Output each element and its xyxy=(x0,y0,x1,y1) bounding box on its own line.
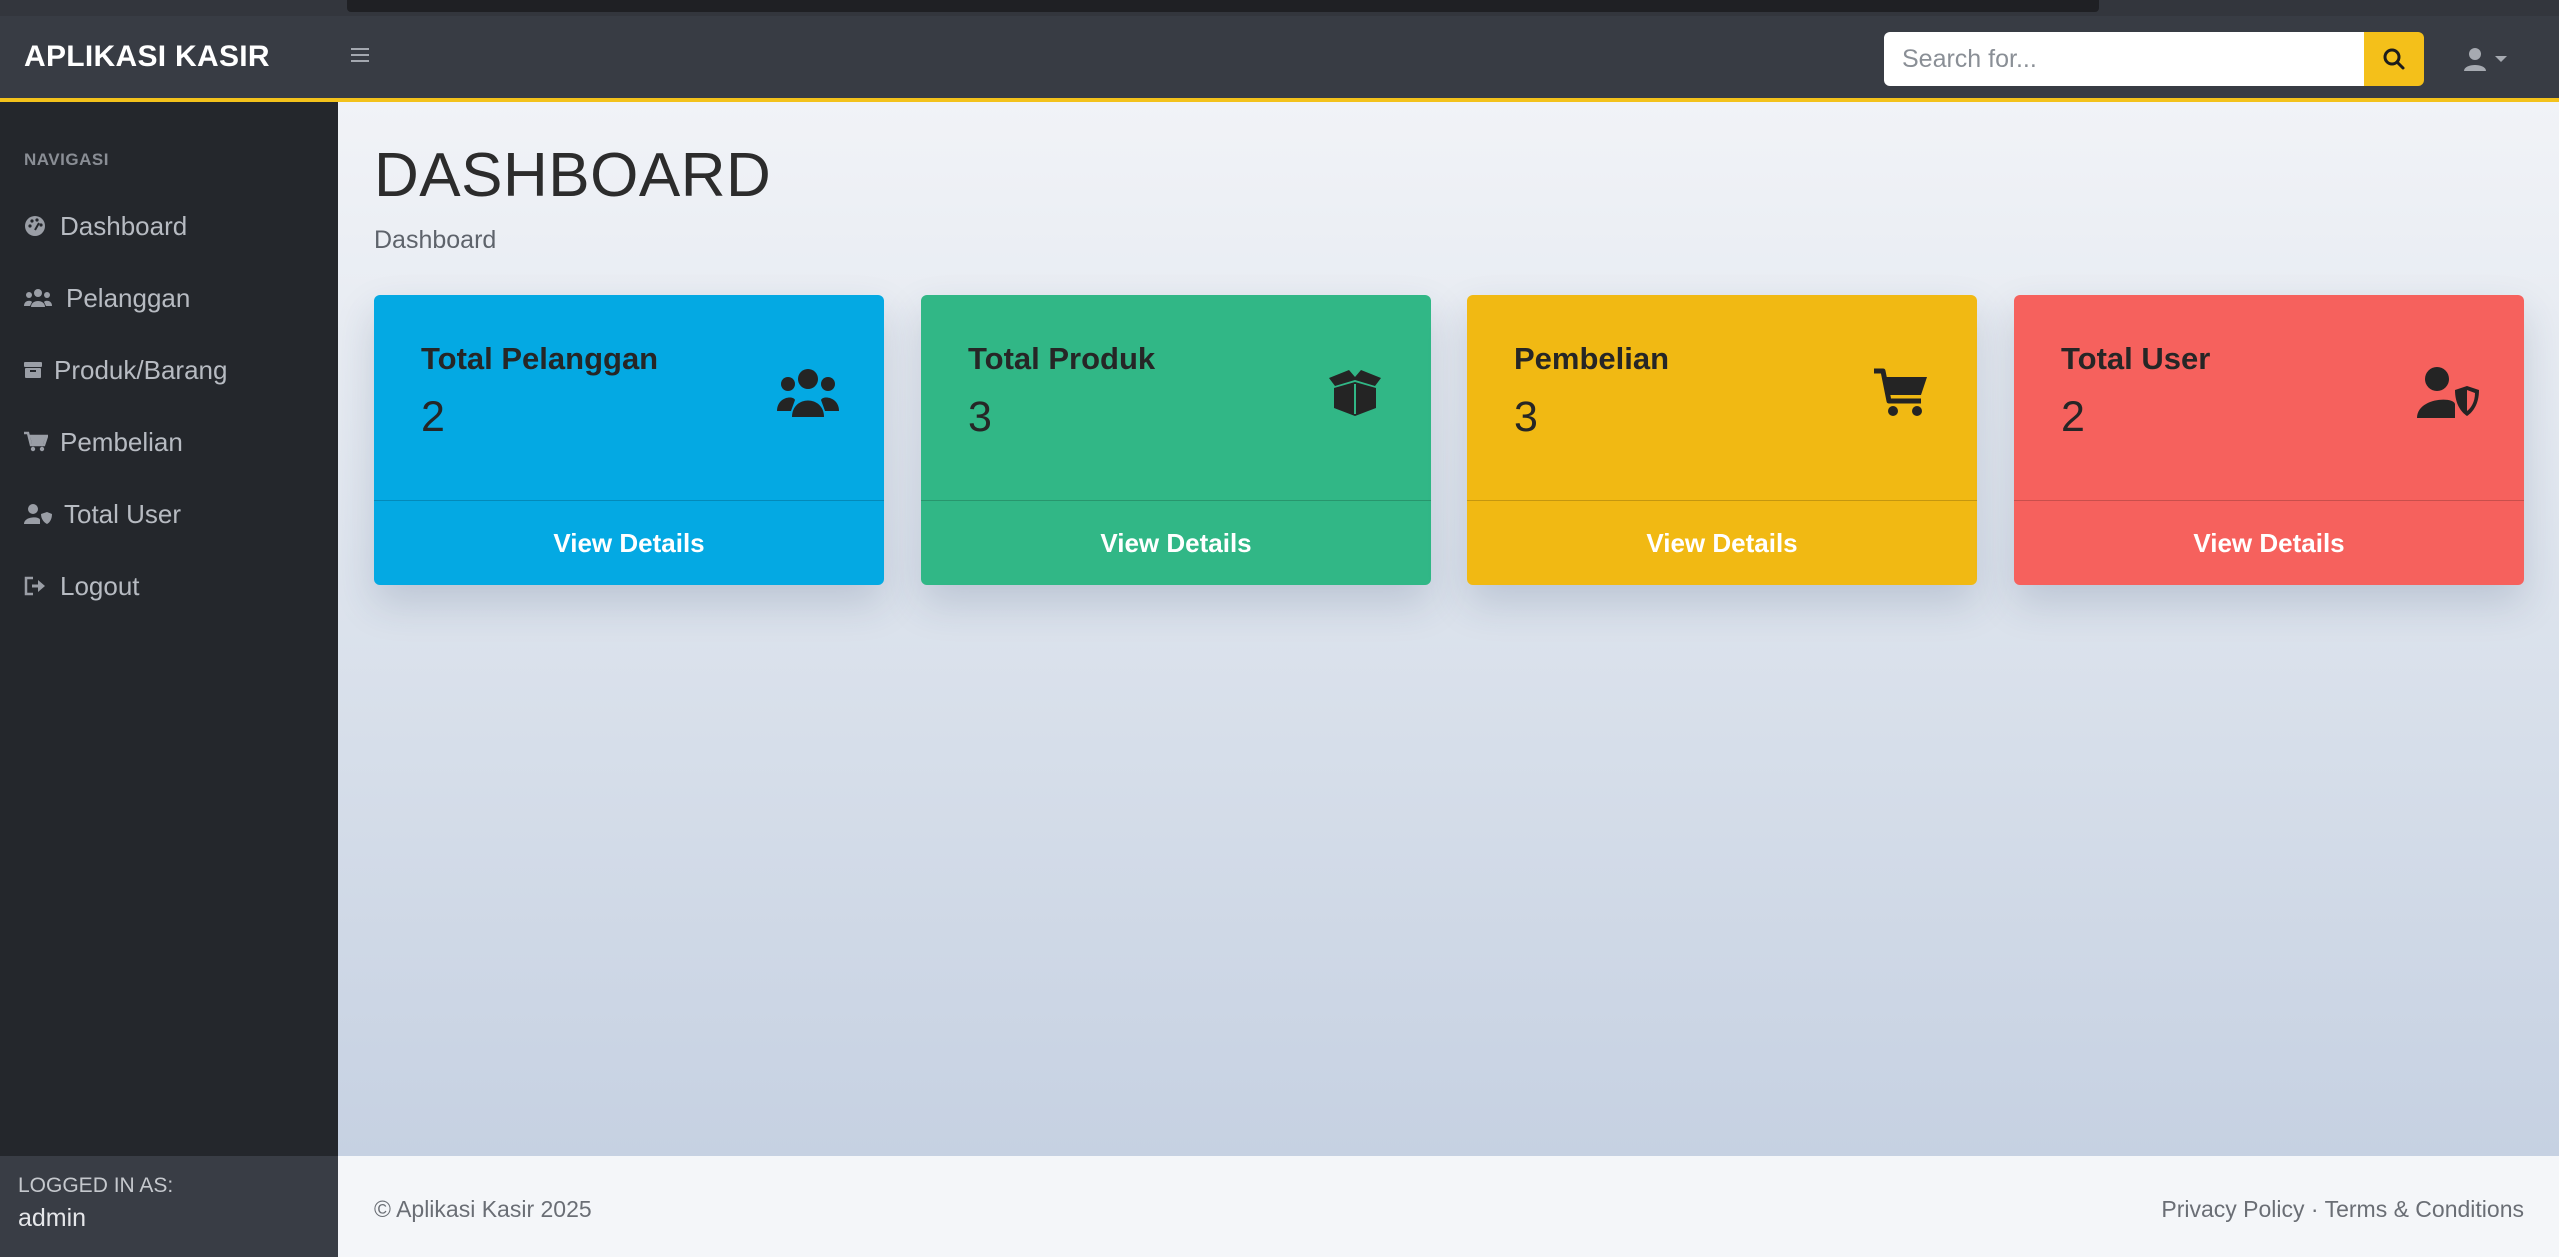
search-form xyxy=(1884,32,2424,86)
sidebar-item-label: Total User xyxy=(64,498,182,529)
cart-icon xyxy=(1869,365,1933,421)
view-details-link[interactable]: View Details xyxy=(2014,500,2524,585)
box-open-icon xyxy=(1323,365,1387,421)
footer-separator: · xyxy=(2310,1196,2319,1222)
user-icon xyxy=(2464,48,2486,71)
top-navbar: APLIKASI KASIR xyxy=(0,16,2559,102)
footer-links: Privacy Policy · Terms & Conditions xyxy=(2161,1196,2524,1223)
terms-link[interactable]: Terms & Conditions xyxy=(2325,1196,2524,1222)
hamburger-icon xyxy=(351,48,369,50)
caret-down-icon xyxy=(2495,56,2507,62)
sidebar-item-produk[interactable]: Produk/Barang xyxy=(24,350,227,390)
search-icon xyxy=(2383,48,2405,70)
view-details-link[interactable]: View Details xyxy=(374,500,884,585)
user-shield-icon xyxy=(2416,365,2480,421)
sidebar-toggle-button[interactable] xyxy=(348,44,372,66)
sidebar: NAVIGASI Dashboard Pelanggan Produk/Bara… xyxy=(0,102,338,1257)
users-icon xyxy=(776,365,840,421)
privacy-policy-link[interactable]: Privacy Policy xyxy=(2161,1196,2304,1222)
card-body: Total User 2 xyxy=(2014,295,2524,500)
sidebar-item-label: Logout xyxy=(60,570,140,601)
sidebar-item-label: Pembelian xyxy=(60,426,183,457)
sidebar-item-label: Pelanggan xyxy=(66,282,191,313)
card-value: 2 xyxy=(421,393,445,441)
card-body: Pembelian 3 xyxy=(1467,295,1977,500)
breadcrumb: Dashboard xyxy=(374,226,497,254)
card-value: 3 xyxy=(1514,393,1538,441)
user-menu-dropdown[interactable] xyxy=(2462,46,2508,72)
card-total-user: Total User 2 View Details xyxy=(2014,295,2524,585)
card-value: 3 xyxy=(968,393,992,441)
card-title: Total Produk xyxy=(968,341,1156,376)
hamburger-icon-line xyxy=(351,54,369,56)
browser-top-strip xyxy=(0,0,2559,16)
page-title: DASHBOARD xyxy=(374,141,772,210)
sidebar-footer: LOGGED IN AS: admin xyxy=(0,1156,338,1257)
sidebar-item-pelanggan[interactable]: Pelanggan xyxy=(24,278,190,318)
sidebar-item-pembelian[interactable]: Pembelian xyxy=(24,422,183,462)
copyright-text: © Aplikasi Kasir 2025 xyxy=(374,1196,592,1222)
view-details-link[interactable]: View Details xyxy=(921,500,1431,585)
top-strip-bar xyxy=(347,0,2099,12)
card-title: Total User xyxy=(2061,341,2211,376)
logged-in-label: LOGGED IN AS: xyxy=(18,1174,174,1197)
page-footer: © Aplikasi Kasir 2025 Privacy Policy · T… xyxy=(338,1156,2559,1257)
hamburger-icon-line xyxy=(351,60,369,62)
sidebar-item-total-user[interactable]: Total User xyxy=(24,494,181,534)
card-body: Total Produk 3 xyxy=(921,295,1431,500)
sidebar-heading: NAVIGASI xyxy=(24,150,109,169)
search-input[interactable] xyxy=(1884,32,2364,86)
card-body: Total Pelanggan 2 xyxy=(374,295,884,500)
card-total-pelanggan: Total Pelanggan 2 View Details xyxy=(374,295,884,585)
sidebar-item-label: Dashboard xyxy=(60,210,188,241)
card-pembelian: Pembelian 3 View Details xyxy=(1467,295,1977,585)
sidebar-item-dashboard[interactable]: Dashboard xyxy=(24,206,187,246)
view-details-link[interactable]: View Details xyxy=(1467,500,1977,585)
search-button[interactable] xyxy=(2364,32,2424,86)
card-total-produk: Total Produk 3 View Details xyxy=(921,295,1431,585)
brand-title[interactable]: APLIKASI KASIR xyxy=(24,40,270,74)
card-title: Total Pelanggan xyxy=(421,341,659,376)
cart-icon xyxy=(24,430,48,454)
sidebar-item-label: Produk/Barang xyxy=(54,354,228,385)
logged-in-username: admin xyxy=(18,1204,87,1232)
card-title: Pembelian xyxy=(1514,341,1670,376)
card-value: 2 xyxy=(2061,393,2085,441)
box-icon xyxy=(24,358,42,382)
logout-icon xyxy=(24,574,48,598)
user-shield-icon xyxy=(24,502,52,526)
sidebar-item-logout[interactable]: Logout xyxy=(24,566,140,606)
users-icon xyxy=(24,286,54,310)
main-content: DASHBOARD Dashboard Total Pelanggan 2 Vi… xyxy=(338,102,2559,1156)
dashboard-icon xyxy=(24,214,48,238)
